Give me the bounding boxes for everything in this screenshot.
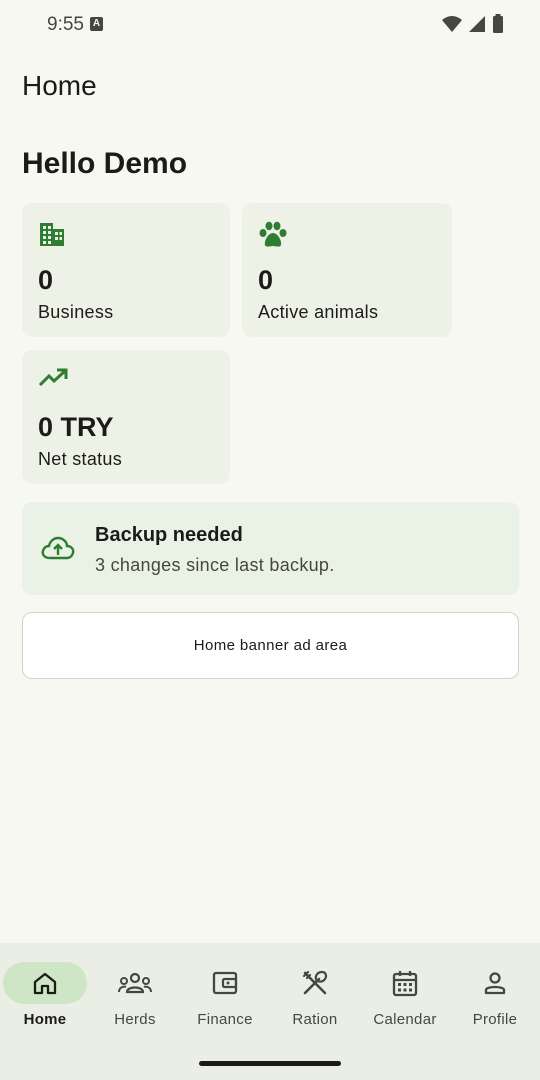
cloud-upload-icon xyxy=(41,536,75,560)
status-time: 9:55 xyxy=(47,14,84,35)
signal-icon xyxy=(469,15,485,32)
battery-icon xyxy=(493,14,503,33)
ad-banner[interactable]: Home banner ad area xyxy=(22,612,519,679)
greeting: Hello Demo xyxy=(22,147,188,180)
bottom-navigation: Home Herds Finance Ration Calendar Profi… xyxy=(0,943,540,1080)
backup-title: Backup needed xyxy=(95,524,243,546)
nav-calendar-pill xyxy=(363,962,447,1004)
home-icon xyxy=(33,972,57,995)
trending-up-icon xyxy=(38,368,68,387)
nav-label-home: Home xyxy=(23,1011,67,1028)
ad-banner-text: Home banner ad area xyxy=(193,637,348,654)
calendar-icon xyxy=(392,971,418,997)
business-label: Business xyxy=(38,302,114,322)
nav-profile-pill xyxy=(453,962,537,1004)
animals-card[interactable]: 0 Active animals xyxy=(242,203,452,337)
backup-card[interactable]: Backup needed 3 changes since last backu… xyxy=(22,502,519,595)
nav-label-ration: Ration xyxy=(292,1011,338,1028)
nav-item-home[interactable]: Home xyxy=(0,943,90,1043)
status-bar: 9:55 A xyxy=(0,0,540,50)
animals-count: 0 xyxy=(258,265,274,295)
nav-item-finance[interactable]: Finance xyxy=(180,943,270,1043)
nav-finance-pill xyxy=(183,962,267,1004)
nav-home-pill xyxy=(3,962,87,1004)
person-icon xyxy=(484,972,506,995)
net-status-card[interactable]: 0 TRY Net status xyxy=(22,350,230,484)
nav-item-profile[interactable]: Profile xyxy=(450,943,540,1043)
business-icon xyxy=(40,223,64,246)
status-icons xyxy=(442,14,504,33)
net-value: 0 TRY xyxy=(38,412,114,442)
nav-item-ration[interactable]: Ration xyxy=(270,943,360,1043)
animals-label: Active animals xyxy=(258,302,379,322)
wifi-icon xyxy=(442,15,462,32)
groups-icon xyxy=(118,972,152,994)
nav-label-profile: Profile xyxy=(472,1011,518,1028)
paw-icon xyxy=(259,221,287,247)
business-count: 0 xyxy=(38,265,54,295)
nav-label-herds: Herds xyxy=(114,1011,156,1028)
net-label: Net status xyxy=(38,449,123,469)
nav-herds-pill xyxy=(93,962,177,1004)
home-screen: 9:55 A Home Hello Demo 0 Business 0 Acti… xyxy=(0,0,540,1080)
notification-icon: A xyxy=(90,17,103,31)
business-card[interactable]: 0 Business xyxy=(22,203,230,337)
wallet-icon xyxy=(212,971,238,995)
home-gesture-indicator[interactable] xyxy=(199,1061,341,1066)
page-title: Home xyxy=(22,70,97,101)
restaurant-icon xyxy=(302,970,328,995)
nav-item-calendar[interactable]: Calendar xyxy=(360,943,450,1043)
nav-ration-pill xyxy=(273,962,357,1004)
nav-label-calendar: Calendar xyxy=(373,1011,437,1028)
nav-item-herds[interactable]: Herds xyxy=(90,943,180,1043)
backup-subtitle: 3 changes since last backup. xyxy=(95,555,335,575)
nav-label-finance: Finance xyxy=(197,1011,253,1028)
